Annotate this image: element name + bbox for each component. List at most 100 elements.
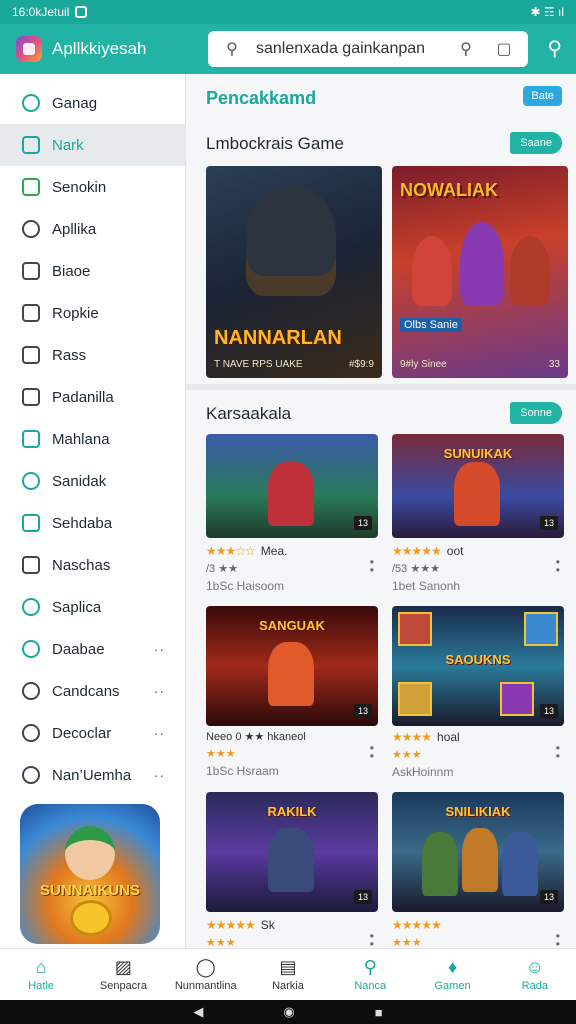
compass-icon: ◯ — [195, 956, 216, 977]
thumbnail-icon — [398, 612, 432, 646]
nav-tab-senpacra[interactable]: ▨ Senpacra — [82, 949, 164, 1000]
more-icon[interactable]: ·· — [154, 767, 165, 783]
game-art-character — [268, 462, 314, 526]
game-card-title: SUNUIKAK — [443, 446, 513, 461]
more-options-icon[interactable]: • • — [556, 930, 560, 950]
book-icon: ▨ — [114, 956, 132, 977]
list-icon: ▤ — [279, 956, 297, 977]
more-options-icon[interactable]: • • — [370, 930, 374, 950]
sidebar-item-apllika[interactable]: Apllika — [0, 208, 185, 250]
game-card-info: ★★★☆☆ Mea. /3 ★★ 1bSc Haisoom • • — [206, 544, 378, 593]
game-card[interactable]: SAOUKNS 13 — [392, 606, 564, 726]
image-icon — [22, 514, 40, 532]
sidebar-item-decoclar[interactable]: Decoclar ·· — [0, 712, 185, 754]
game-art-character — [422, 832, 458, 896]
more-icon[interactable]: ·· — [154, 683, 165, 699]
nav-tab-narkia[interactable]: ▤ Narkia — [247, 949, 329, 1000]
sidebar-item-sanidak[interactable]: Sanidak — [0, 460, 185, 502]
nav-tab-nunmantlina[interactable]: ◯ Nunmantlina — [165, 949, 247, 1000]
game-art-character — [502, 832, 538, 896]
search-input[interactable]: sanlenxada gainkanpan — [256, 40, 442, 58]
sidebar-item-senokin[interactable]: Senokin — [0, 166, 185, 208]
sidebar-item-mahlana[interactable]: Mahlana — [0, 418, 185, 460]
nav-tab-gamen[interactable]: ♦ Gamen — [411, 949, 493, 1000]
sidebar-item-rass[interactable]: Rass — [0, 334, 185, 376]
sidebar-item-ropkie[interactable]: Ropkie — [0, 292, 185, 334]
featured-card[interactable]: NOWALIAK Olbs Sanie 9#ly Sinee 33 — [392, 166, 568, 378]
card-icon — [22, 556, 40, 574]
rating-stars: ★★★★ — [392, 730, 432, 744]
recents-icon[interactable]: ■ — [375, 1005, 383, 1020]
nav-tab-home[interactable]: ⌂ Hatle — [0, 949, 82, 1000]
featured-card-subtitle: T NAVE RPS UAKE — [214, 359, 303, 370]
sidebar-item-daabae[interactable]: Daabae ·· — [0, 628, 185, 670]
sidebar-item-saplica[interactable]: Saplica — [0, 586, 185, 628]
game-card-badge: 13 — [353, 516, 372, 530]
more-icon[interactable]: ·· — [154, 725, 165, 741]
sidebar-item-biaoe[interactable]: Biaoe — [0, 250, 185, 292]
home-button-icon[interactable]: ◉ — [283, 1004, 294, 1020]
game-card-publisher: 1bSc Haisoom — [206, 579, 285, 593]
game-card[interactable]: SUNUIKAK 13 — [392, 434, 564, 538]
back-icon[interactable]: ◀ — [193, 1004, 203, 1020]
sidebar-item-naschas[interactable]: Naschas — [0, 544, 185, 586]
sidebar-item-padanilla[interactable]: Padanilla — [0, 376, 185, 418]
nav-tab-nanca[interactable]: ⚲ Nanca — [329, 949, 411, 1000]
coin-icon — [70, 900, 112, 936]
search-bar[interactable]: ⚲ sanlenxada gainkanpan ⚲ ▢ — [208, 31, 528, 67]
game-card-title: SNILIKIAK — [445, 804, 511, 819]
featured-card-meta: 9#ly Sinee 33 — [400, 359, 560, 370]
featured-card-meta-left: 9#ly Sinee — [400, 359, 447, 370]
featured-see-all-button[interactable]: Saane — [510, 132, 562, 154]
chat-icon — [22, 472, 40, 490]
sidebar-item-nark[interactable]: Nark — [0, 124, 185, 166]
game-card[interactable]: RAKILK 13 — [206, 792, 378, 912]
more-icon[interactable]: ·· — [154, 641, 165, 657]
featured-card[interactable]: NANNARLAN T NAVE RPS UAKE #$9:9 — [206, 166, 382, 378]
search-icon: ⚲ — [226, 41, 238, 58]
status-time: 16:0kJetuil — [12, 5, 70, 19]
sidebar-item-label: Sanidak — [52, 472, 107, 490]
game-card-title: SAOUKNS — [445, 652, 511, 667]
more-options-icon[interactable]: • • — [556, 556, 560, 576]
sidebar-item-label: Padanilla — [52, 388, 114, 406]
app-header[interactable]: Apllkkiyesah — [0, 36, 186, 62]
list-see-all-button[interactable]: Sonne — [510, 402, 562, 424]
game-card[interactable]: SNILIKIAK 13 — [392, 792, 564, 912]
edit-icon — [22, 346, 40, 364]
sidebar-item-sehdaba[interactable]: Sehdaba — [0, 502, 185, 544]
frame-icon — [22, 388, 40, 406]
more-options-icon[interactable]: • • — [370, 742, 374, 762]
featured-card-title: NOWALIAK — [400, 180, 498, 200]
sidebar-item-ganag[interactable]: Ganag — [0, 82, 185, 124]
filter-icon[interactable]: ▢ — [490, 39, 518, 59]
game-card[interactable]: SANGUAK 13 — [206, 606, 378, 726]
game-card[interactable]: 13 — [206, 434, 378, 538]
more-options-icon[interactable]: • • — [370, 556, 374, 576]
nav-tab-label: Senpacra — [99, 979, 147, 992]
search-button-icon[interactable]: ⚲ — [547, 36, 562, 61]
game-card-line2: /53 ★★★ — [392, 563, 440, 575]
rating-stars: ★★★☆☆ — [206, 544, 256, 558]
monitor-icon — [22, 178, 40, 196]
promo-game-tile[interactable]: SUNNAIKUNS — [20, 804, 160, 944]
rating-text: Neeo 0 ★★ hkaneol — [206, 731, 306, 743]
sidebar-item-label: Apllika — [52, 220, 97, 238]
section-pill-button[interactable]: Bate — [523, 86, 562, 106]
game-card-badge: 13 — [539, 704, 558, 718]
game-art-character — [246, 186, 336, 296]
rating-stars: ★★★★★ — [392, 918, 442, 932]
sidebar-item-candcans[interactable]: Candcans ·· — [0, 670, 185, 712]
sidebar-item-label: Ropkie — [52, 304, 99, 322]
crop-icon — [22, 262, 40, 280]
sidebar-item-label: Sehdaba — [52, 514, 113, 532]
more-options-icon[interactable]: • • — [556, 742, 560, 762]
sidebar-item-nanuemha[interactable]: Nan’Uemha ·· — [0, 754, 185, 796]
voice-search-icon[interactable]: ⚲ — [452, 39, 480, 59]
nav-tab-label: Gamen — [434, 979, 471, 992]
nav-tab-rada[interactable]: ☺ Rada — [494, 949, 576, 1000]
rating-stars: ★★★★★ — [206, 918, 256, 932]
signal-icons: ✱ ☶ ıl — [530, 5, 564, 19]
game-card-publisher: AskHoinnm — [392, 765, 454, 779]
game-card-line2: ★★★ — [392, 749, 422, 761]
